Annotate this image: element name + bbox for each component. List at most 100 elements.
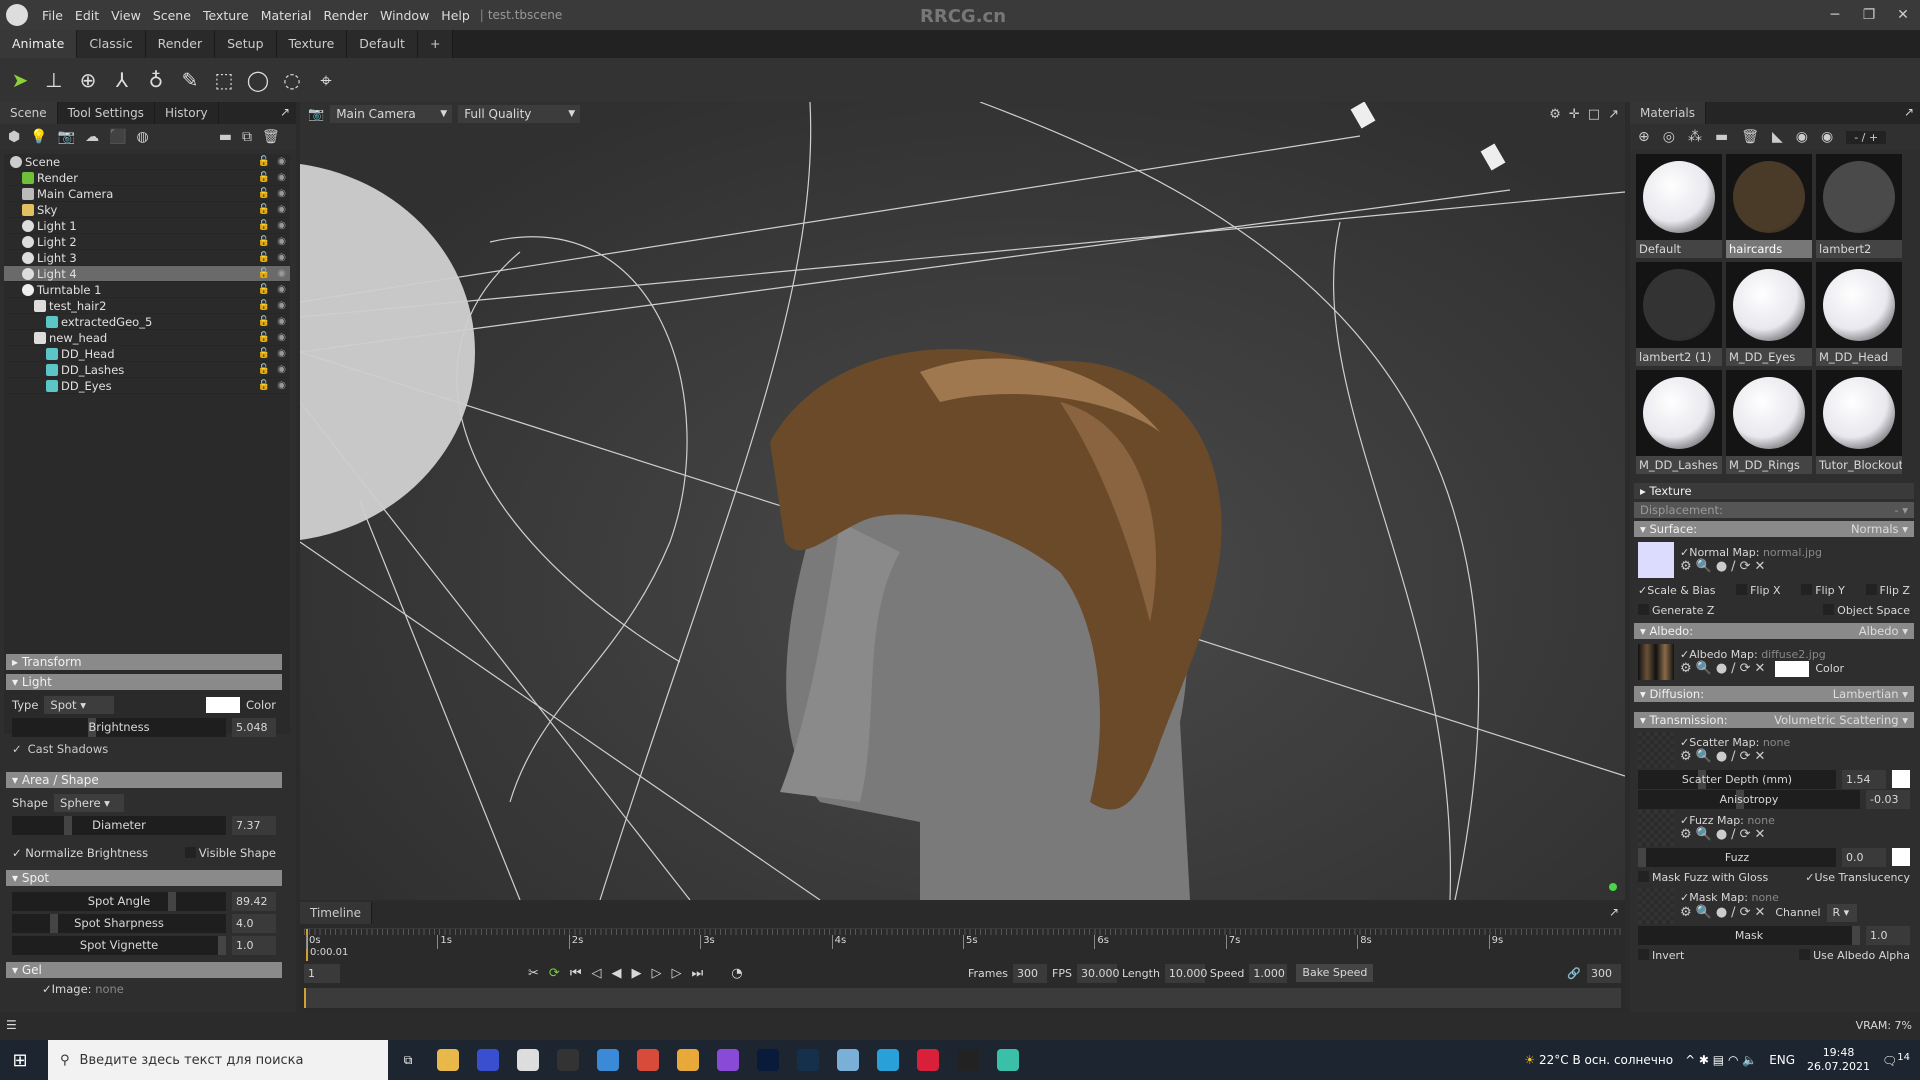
tree-item[interactable]: Turntable 1 🔓 ◉ [4, 282, 290, 298]
photoshop-icon[interactable] [748, 1040, 788, 1080]
timeline-ruler[interactable]: 0:00.01 0s 1s 2s 3s 4s 5s 6s 7s 8s 9s [304, 928, 1621, 961]
lock-icon[interactable]: 🔓 [258, 202, 270, 218]
material-tile[interactable]: M_DD_Lashes [1636, 370, 1722, 476]
delete-icon[interactable]: 🗑 [1741, 129, 1759, 145]
flip-y-checkbox[interactable]: Flip Y [1801, 583, 1845, 597]
scissors-icon[interactable]: ✂ [528, 966, 539, 981]
app-doc-icon[interactable] [828, 1040, 868, 1080]
fuzz-input[interactable]: 0.0 [1842, 847, 1886, 867]
assign-icon[interactable]: ◣ [1772, 129, 1783, 145]
spot-vignette-input[interactable]: 1.0 [232, 935, 276, 955]
minimize-icon[interactable]: ─ [1818, 0, 1852, 30]
material-tile[interactable]: haircards [1726, 154, 1812, 260]
timer-icon[interactable]: ◔ [731, 966, 742, 981]
new-material-icon[interactable]: ⊕ [1638, 129, 1650, 145]
lasso-select-icon[interactable]: ◌ [280, 68, 304, 92]
paint-icon[interactable]: ✎ [178, 68, 202, 92]
diameter-slider[interactable]: Diameter [12, 815, 226, 835]
spot-sharpness-slider[interactable]: Spot Sharpness [12, 913, 226, 933]
visibility-icon[interactable]: ◉ [277, 218, 286, 234]
lock-icon[interactable]: 🔓 [258, 346, 270, 362]
map-tools-icons[interactable]: ⚙🔍●∕⟳✕ [1680, 559, 1822, 574]
brightness-slider[interactable]: Brightness [12, 717, 226, 737]
material-tile[interactable]: M_DD_Eyes [1726, 262, 1812, 368]
menu-edit[interactable]: Edit [69, 8, 105, 23]
flip-z-checkbox[interactable]: Flip Z [1865, 583, 1910, 597]
workspace-tab[interactable]: Animate [0, 30, 78, 58]
tree-item[interactable]: Render 🔓 ◉ [4, 170, 290, 186]
prev-frame-icon[interactable]: ◀ [612, 966, 622, 981]
material-tile[interactable]: lambert2 (1) [1636, 262, 1722, 368]
visible-shape-checkbox[interactable]: Visible Shape [184, 846, 276, 860]
windows-start-icon[interactable]: ⊞ [0, 1050, 40, 1071]
keyframe-track[interactable] [304, 988, 1621, 1008]
folder-icon[interactable]: ▬ [1715, 129, 1728, 145]
visibility-icon[interactable]: ◉ [277, 234, 286, 250]
select-arrow-icon[interactable]: ➤ [8, 68, 32, 92]
tree-item[interactable]: Main Camera 🔓 ◉ [4, 186, 290, 202]
scale-icon[interactable]: ⅄ [110, 68, 134, 92]
tree-item[interactable]: Sky 🔓 ◉ [4, 202, 290, 218]
spot-vignette-slider[interactable]: Spot Vignette [12, 935, 226, 955]
albedo-color-swatch[interactable] [1775, 660, 1810, 677]
light-color-swatch[interactable] [205, 697, 240, 713]
tree-item[interactable]: test_hair2 🔓 ◉ [4, 298, 290, 314]
section-texture[interactable]: ▸ Texture [1634, 483, 1914, 499]
section-gel[interactable]: ▾ Gel [6, 962, 282, 978]
tree-item[interactable]: Light 3 🔓 ◉ [4, 250, 290, 266]
add-mesh-icon[interactable]: ⬢ [8, 129, 20, 145]
use-albedo-alpha-checkbox[interactable]: Use Albedo Alpha [1799, 948, 1910, 962]
spot-angle-slider[interactable]: Spot Angle [12, 891, 226, 911]
workspace-tab[interactable]: Setup [215, 30, 277, 58]
normal-map-thumb[interactable] [1638, 542, 1674, 578]
map-tools-icons[interactable]: ⚙🔍●∕⟳✕ [1680, 661, 1769, 676]
anisotropy-input[interactable]: -0.03 [1866, 789, 1910, 809]
brightness-input[interactable]: 5.048 [232, 717, 276, 737]
scatter-depth-input[interactable]: 1.54 [1842, 769, 1886, 789]
delete-icon[interactable]: 🗑 [262, 129, 280, 145]
scatter-color-swatch[interactable] [1892, 770, 1910, 788]
section-light[interactable]: ▾ Light [6, 674, 282, 690]
tab-scene[interactable]: Scene [0, 102, 58, 124]
page-control[interactable]: - / + [1846, 130, 1887, 144]
light-type-dropdown[interactable]: Spot ▾ [44, 696, 115, 714]
loop-icon[interactable]: ⟳ [549, 966, 560, 981]
diffusion-dropdown[interactable]: ▾ Diffusion: Lambertian ▾ [1634, 686, 1914, 702]
add-light-icon[interactable]: 💡 [30, 129, 47, 145]
lock-icon[interactable]: 🔓 [258, 362, 270, 378]
popout-icon[interactable]: ↗ [1603, 902, 1625, 924]
edge-icon[interactable] [868, 1040, 908, 1080]
scale-bias-checkbox[interactable]: ✓Scale & Bias [1638, 584, 1715, 597]
visibility-icon[interactable]: ◉ [277, 346, 286, 362]
tree-item[interactable]: extractedGeo_5 🔓 ◉ [4, 314, 290, 330]
lock-icon[interactable]: 🔓 [258, 234, 270, 250]
tree-item[interactable]: DD_Eyes 🔓 ◉ [4, 378, 290, 394]
add-material-icon[interactable]: ◍ [137, 129, 149, 145]
workspace-tab[interactable]: Render [145, 30, 216, 58]
checker-icon[interactable]: ⁂ [1688, 129, 1702, 145]
material-tile[interactable]: lambert2 [1816, 154, 1902, 260]
cast-shadows-checkbox[interactable]: ✓ Cast Shadows [6, 738, 282, 760]
visibility-icon[interactable]: ◉ [277, 170, 286, 186]
tray-icons[interactable]: ^ ✱ ▤ ◠ 🔈 [1685, 1053, 1757, 1067]
material-tile[interactable]: M_DD_Rings [1726, 370, 1812, 476]
shape-dropdown[interactable]: Sphere ▾ [54, 794, 125, 812]
visibility-icon[interactable]: ◉ [277, 378, 286, 394]
app-box-icon[interactable] [588, 1040, 628, 1080]
add-shadow-catcher-icon[interactable]: ⬛ [109, 129, 126, 145]
rotate-icon[interactable]: ⊕ [76, 68, 100, 92]
folder-icon[interactable]: ▬ [219, 129, 232, 145]
flip-x-checkbox[interactable]: Flip X [1736, 583, 1781, 597]
visibility-icon[interactable]: ◉ [277, 330, 286, 346]
generate-z-checkbox[interactable]: Generate Z [1638, 603, 1714, 617]
use-translucency-checkbox[interactable]: ✓Use Translucency [1805, 871, 1910, 884]
visibility-icon[interactable]: ◉ [277, 266, 286, 282]
app-red-icon[interactable] [908, 1040, 948, 1080]
end-frame-input[interactable]: 300 [1587, 963, 1621, 983]
tree-item[interactable]: Light 4 🔓 ◉ [4, 266, 290, 282]
pivot-icon[interactable]: ♁ [144, 68, 168, 92]
popout-icon[interactable]: ↗ [1608, 107, 1619, 122]
map-tools-icons[interactable]: ⚙🔍●∕⟳✕ [1680, 827, 1775, 842]
diameter-input[interactable]: 7.37 [232, 815, 276, 835]
import-icon[interactable]: ◉ [1796, 129, 1808, 145]
